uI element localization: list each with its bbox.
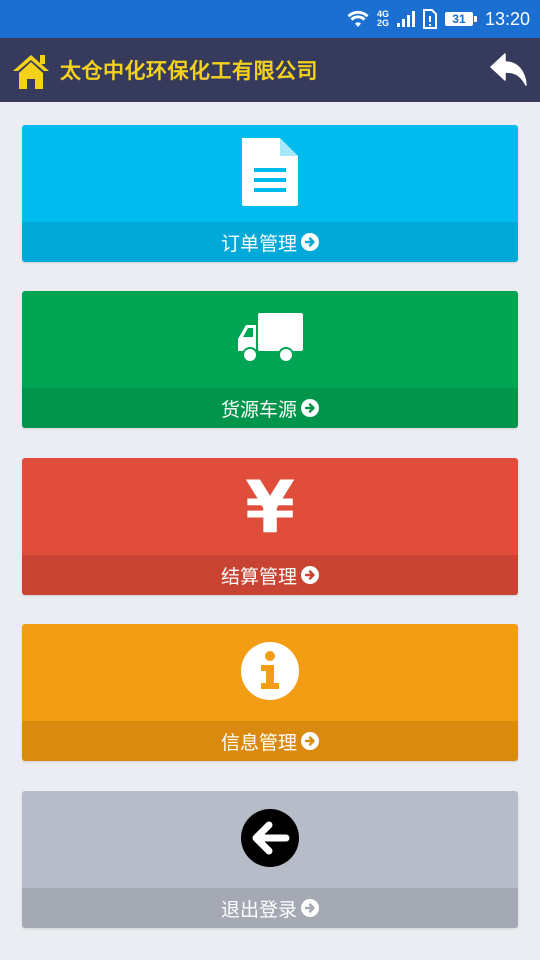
order-management-label: 订单管理 xyxy=(220,232,297,255)
logout-tile[interactable]: 退出登录 xyxy=(22,791,518,928)
network-type: 4G 2G xyxy=(377,10,389,28)
order-management-tile[interactable]: 订单管理 xyxy=(22,125,518,262)
arrow-left-circle-icon xyxy=(240,808,300,872)
truck-icon xyxy=(236,311,304,369)
network-bottom-label: 2G xyxy=(376,18,389,28)
info-management-label: 信息管理 xyxy=(220,731,297,754)
cargo-vehicle-label: 货源车源 xyxy=(220,398,297,421)
battery-icon: 31 xyxy=(444,12,477,26)
info-icon xyxy=(240,641,300,705)
logout-label: 退出登录 xyxy=(220,898,297,921)
status-bar: 4G 2G 31 13:20 xyxy=(0,0,540,38)
settlement-management-bar: 结算管理 xyxy=(22,555,518,595)
cargo-vehicle-icon-area xyxy=(22,291,518,388)
settlement-management-label: 结算管理 xyxy=(220,565,297,588)
info-management-bar: 信息管理 xyxy=(22,721,518,761)
info-management-tile[interactable]: 信息管理 xyxy=(22,624,518,761)
settlement-management-icon-area: ¥ xyxy=(22,458,518,555)
arrow-right-circle-icon xyxy=(301,233,319,251)
logout-icon-area xyxy=(22,791,518,888)
app-header: 太仓中化环保化工有限公司 xyxy=(0,38,540,102)
arrow-right-circle-icon xyxy=(301,732,319,750)
battery-level: 31 xyxy=(452,12,466,26)
arrow-right-circle-icon xyxy=(301,399,319,417)
home-icon[interactable] xyxy=(12,49,50,91)
settlement-management-tile[interactable]: ¥ 结算管理 xyxy=(22,458,518,595)
arrow-right-circle-icon xyxy=(301,566,319,584)
document-icon xyxy=(240,137,300,210)
clock: 13:20 xyxy=(484,8,530,29)
wifi-icon xyxy=(347,10,369,28)
order-management-bar: 订单管理 xyxy=(22,222,518,262)
logout-bar: 退出登录 xyxy=(22,888,518,928)
back-arrow-icon[interactable] xyxy=(490,52,528,88)
signal-icon xyxy=(396,11,415,27)
company-title: 太仓中化环保化工有限公司 xyxy=(60,59,318,83)
yen-icon: ¥ xyxy=(244,464,296,549)
order-management-icon-area xyxy=(22,125,518,222)
sim-alert-icon xyxy=(422,9,437,29)
info-management-icon-area xyxy=(22,624,518,721)
arrow-right-circle-icon xyxy=(301,899,319,917)
cargo-vehicle-bar: 货源车源 xyxy=(22,388,518,428)
cargo-vehicle-tile[interactable]: 货源车源 xyxy=(22,291,518,428)
